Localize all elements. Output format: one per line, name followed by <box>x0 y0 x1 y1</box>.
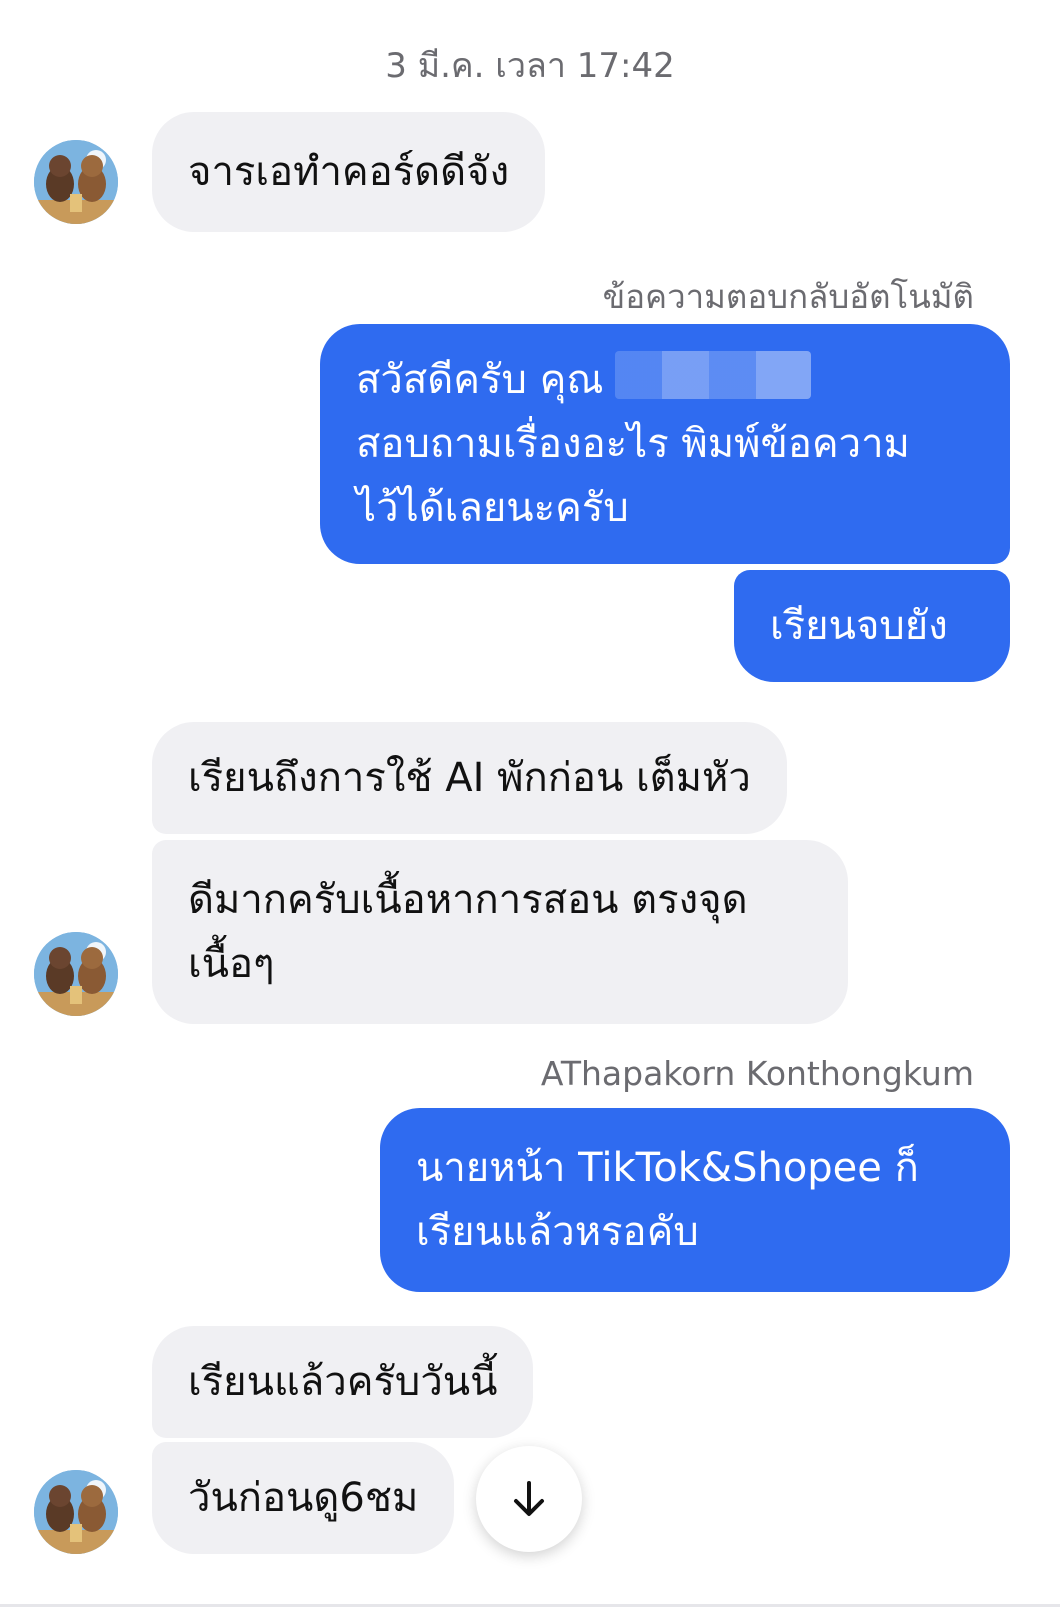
contact-avatar[interactable] <box>34 140 118 224</box>
message-bubble-outgoing[interactable]: นายหน้า TikTok&Shopee ก็ เรียนแล้วหรอคับ <box>380 1108 1010 1292</box>
message-bubble-incoming[interactable]: เรียนแล้วครับวันนี้ <box>152 1326 534 1438</box>
message-text: สอบถามเรื่องอะไร พิมพ์ข้อความ <box>356 421 910 467</box>
message-bubble-outgoing[interactable]: สวัสดีครับ คุณ สอบถามเรื่องอะไร พิมพ์ข้อ… <box>320 324 1010 564</box>
redacted-name <box>615 351 812 399</box>
message-text: เรียนจบยัง <box>770 603 948 649</box>
message-text: เรียนถึงการใช้ AI พักก่อน เต็มหัว <box>188 755 751 801</box>
message-bubble-outgoing[interactable]: เรียนจบยัง <box>734 570 1010 682</box>
sender-name-label: AThapakorn Konthongkum <box>540 1054 974 1093</box>
contact-avatar[interactable] <box>34 932 118 1016</box>
message-text: เรียนแล้วหรอคับ <box>416 1209 699 1255</box>
auto-reply-label: ข้อความตอบกลับอัตโนมัติ <box>602 277 974 316</box>
message-text: เรียนแล้วครับวันนี้ <box>188 1359 498 1405</box>
message-bubble-incoming[interactable]: วันก่อนดู6ชม <box>152 1442 455 1554</box>
message-bubble-incoming[interactable]: ดีมากครับเนื้อหาการสอน ตรงจุด เนื้อๆ <box>152 840 848 1024</box>
scroll-to-bottom-button[interactable] <box>476 1446 582 1552</box>
message-text: จารเอทำคอร์ดดีจัง <box>188 149 510 195</box>
message-text: นายหน้า TikTok&Shopee ก็ <box>416 1145 919 1191</box>
message-text: ไว้ได้เลยนะครับ <box>356 485 629 531</box>
message-text: สวัสดีครับ คุณ <box>356 357 604 403</box>
message-bubble-incoming[interactable]: จารเอทำคอร์ดดีจัง <box>152 112 546 232</box>
message-text: เนื้อๆ <box>188 941 275 987</box>
message-text: วันก่อนดู6ชม <box>188 1475 419 1521</box>
bears-avatar-image <box>34 140 118 224</box>
bears-avatar-image <box>34 932 118 1016</box>
arrow-down-icon <box>514 1481 544 1516</box>
contact-avatar[interactable] <box>34 1470 118 1554</box>
message-bubble-incoming[interactable]: เรียนถึงการใช้ AI พักก่อน เต็มหัว <box>152 722 787 834</box>
message-text: ดีมากครับเนื้อหาการสอน ตรงจุด <box>188 877 748 923</box>
thread-timestamp: 3 มี.ค. เวลา 17:42 <box>385 46 675 86</box>
bears-avatar-image <box>34 1470 118 1554</box>
